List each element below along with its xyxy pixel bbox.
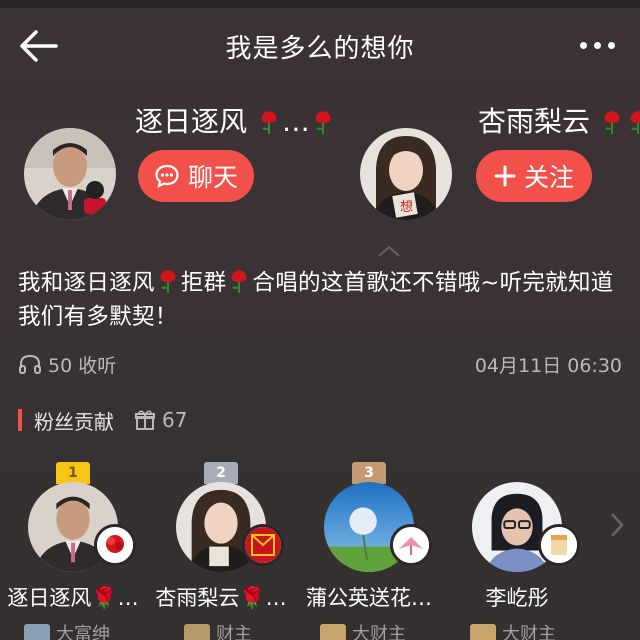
rose-icon	[630, 111, 640, 134]
fan-item[interactable]: 李屹彤 大财主	[442, 462, 592, 640]
gift-badge	[390, 524, 432, 566]
rank-title-icon	[184, 624, 210, 640]
back-arrow-icon[interactable]	[16, 26, 60, 66]
rose-icon	[261, 111, 277, 134]
singer-name-1: 逐日逐风 …	[135, 100, 336, 140]
fan-title: 大富绅	[24, 620, 110, 640]
share-message: 我和逐日逐风 拒群 合唱的这首歌还不错哦~听完就知道我们有多默契！	[18, 270, 614, 330]
rank-badge: 1	[56, 462, 90, 484]
rank-title-icon	[470, 624, 496, 640]
gift-badge	[242, 524, 284, 566]
fan-contribution-label: 粉丝贡献	[34, 409, 114, 434]
section-marker	[18, 409, 22, 431]
listen-count: 50 收听	[18, 351, 116, 378]
top-bar: 我是多么的想你	[0, 8, 640, 84]
fan-item[interactable]: 1 逐日逐风🌹… 大富绅	[0, 462, 148, 640]
chat-button-label: 聊天	[187, 163, 238, 192]
page-title: 我是多么的想你	[225, 33, 415, 64]
avatar[interactable]	[24, 128, 116, 220]
rank-title-icon	[320, 624, 346, 640]
fan-list: 1 逐日逐风🌹… 大富绅 2 杏雨梨云🌹… 财主 3 蒲公英送花… 大财主 李屹…	[0, 462, 640, 640]
gift-count: 67	[134, 408, 187, 432]
fan-item[interactable]: 2 杏雨梨云🌹… 财主	[146, 462, 296, 640]
follow-button-label: 关注	[523, 163, 574, 192]
follow-button[interactable]: 关注	[476, 150, 592, 202]
fan-contribution-header[interactable]: 粉丝贡献 67	[18, 405, 187, 435]
post-date: 04月11日 06:30	[474, 354, 622, 377]
caret-up-icon	[378, 245, 400, 257]
headphones-icon	[19, 354, 41, 374]
gift-icon	[135, 410, 155, 430]
rank-badge: 2	[204, 462, 238, 484]
singer-name-2: 杏雨梨云	[478, 100, 640, 140]
meta-row: 50 收听 04月11日 06:30	[18, 348, 622, 380]
rose-icon	[232, 270, 247, 293]
fan-name: 杏雨梨云🌹…	[155, 586, 287, 610]
rose-icon	[315, 111, 331, 134]
svg-text:想: 想	[400, 199, 413, 215]
chat-button[interactable]: 聊天	[138, 150, 254, 202]
fan-title: 大财主	[320, 620, 406, 640]
gift-badge	[538, 524, 580, 566]
singer-card-1: 逐日逐风 … 聊天	[0, 100, 331, 220]
chevron-right-icon[interactable]	[608, 510, 626, 540]
fan-name: 李屹彤	[485, 586, 549, 610]
rank-badge: 3	[352, 462, 386, 484]
fan-item[interactable]: 3 蒲公英送花… 大财主	[294, 462, 444, 640]
fan-name: 蒲公英送花…	[306, 586, 432, 610]
status-bar	[0, 0, 640, 8]
plus-icon	[494, 165, 516, 187]
gift-badge	[94, 524, 136, 566]
fan-title: 财主	[184, 620, 252, 640]
singer-card-2: 想 杏雨梨云 关注	[338, 100, 640, 220]
chat-bubble-icon	[155, 164, 179, 189]
rose-icon	[604, 111, 620, 134]
avatar[interactable]: 想	[360, 128, 452, 220]
rose-icon	[160, 270, 176, 293]
more-icon[interactable]	[574, 30, 620, 60]
rank-title-icon	[24, 624, 50, 640]
fan-title: 大财主	[470, 620, 556, 640]
fan-name: 逐日逐风🌹…	[7, 586, 139, 610]
